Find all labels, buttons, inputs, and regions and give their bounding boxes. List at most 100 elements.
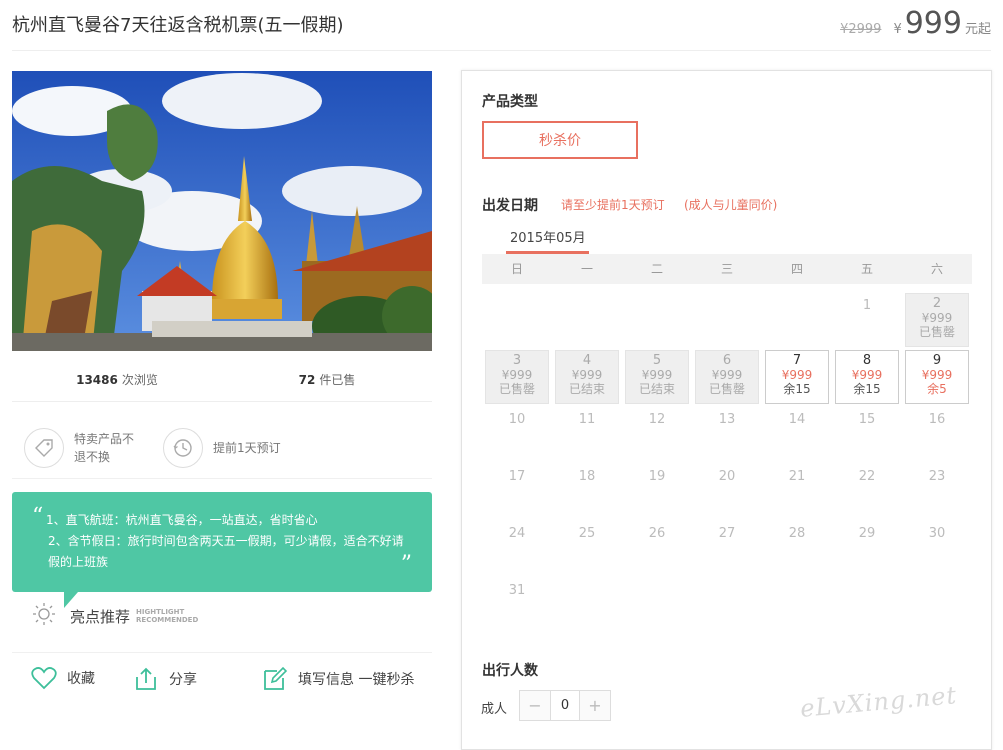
calendar-empty-cell (692, 576, 762, 633)
calendar-empty-cell (902, 576, 972, 633)
weekday-sun: 日 (510, 262, 523, 276)
weekday-wed: 三 (720, 262, 733, 276)
date-number: 31 (508, 583, 526, 598)
clock-icon (163, 428, 203, 468)
adult-increment-button[interactable]: + (580, 691, 610, 720)
unavailable-date-cell: 3 ¥999 已售罄 (485, 350, 549, 404)
date-price: ¥999 (921, 311, 953, 325)
share-icon (133, 666, 159, 692)
unavailable-date-cell: 4 ¥999 已结束 (555, 350, 619, 404)
date-number: 9 (932, 353, 942, 368)
book-now-label: 填写信息 一键秒杀 (298, 672, 415, 688)
favorite-button[interactable]: 收藏 (31, 666, 95, 690)
calendar-day-29: 29 (832, 519, 902, 576)
calendar-grid: 1 2 ¥999 已售罄 3 ¥999 已售罄 4 ¥999 已结束 5 ¥999 已结束 6 ¥999 已售… (482, 291, 972, 633)
date-number: 1 (862, 298, 872, 313)
heart-icon (31, 666, 57, 690)
calendar-day-8[interactable]: 8 ¥999 余15 (832, 348, 902, 405)
calendar-day-11: 11 (552, 405, 622, 462)
highlight-subtitle: HIGHTLIGHT RECOMMENDED (136, 608, 198, 624)
calendar-empty-cell (692, 291, 762, 348)
views-count: 13486 (76, 373, 118, 387)
calendar-day-7[interactable]: 7 ¥999 余15 (762, 348, 832, 405)
calendar-empty-cell (622, 576, 692, 633)
calendar-day-5: 5 ¥999 已结束 (622, 348, 692, 405)
booking-panel: 产品类型 秒杀价 出发日期 请至少提前1天预订 (成人与儿童同价) 2015年0… (461, 70, 992, 750)
date-number: 13 (718, 412, 736, 427)
date-number: 18 (578, 469, 596, 484)
date-price: ¥999 (781, 368, 813, 382)
date-number: 27 (718, 526, 736, 541)
date-number: 7 (792, 353, 802, 368)
available-date-cell[interactable]: 7 ¥999 余15 (765, 350, 829, 404)
date-price: ¥999 (711, 368, 743, 382)
available-date-cell[interactable]: 9 ¥999 余5 (905, 350, 969, 404)
date-number: 25 (578, 526, 596, 541)
weekday-header: 日 一 二 三 四 五 六 (482, 254, 972, 284)
calendar-week-row: 17 18 19 20 21 22 23 (482, 462, 972, 519)
month-tab[interactable]: 2015年05月 (510, 227, 586, 252)
date-number: 8 (862, 353, 872, 368)
calendar-day-27: 27 (692, 519, 762, 576)
close-quote-icon: ” (400, 552, 412, 577)
unavailable-date-cell: 6 ¥999 已售罄 (695, 350, 759, 404)
highlight-line-1: 1、直飞航班：杭州直飞曼谷，一站直达，省时省心 (46, 513, 318, 527)
calendar-day-30: 30 (902, 519, 972, 576)
adult-decrement-button[interactable]: − (520, 691, 550, 720)
calendar-day-6: 6 ¥999 已售罄 (692, 348, 762, 405)
adult-label: 成人 (481, 702, 508, 717)
available-date-cell[interactable]: 8 ¥999 余15 (835, 350, 899, 404)
date-number: 23 (928, 469, 946, 484)
date-number: 22 (858, 469, 876, 484)
calendar-day-23: 23 (902, 462, 972, 519)
highlight-heading: 亮点推荐 HIGHTLIGHT RECOMMENDED (32, 602, 198, 630)
open-quote-icon: “ (32, 504, 44, 529)
tag-icon (24, 428, 64, 468)
product-type-option-flash-sale[interactable]: 秒杀价 (482, 121, 638, 159)
date-status: 余15 (853, 382, 881, 396)
weekday-tue: 二 (650, 262, 663, 276)
product-photo (12, 71, 432, 351)
calendar-week-row: 1 2 ¥999 已售罄 (482, 291, 972, 348)
calendar-day-26: 26 (622, 519, 692, 576)
stats-divider (12, 401, 432, 402)
calendar-day-13: 13 (692, 405, 762, 462)
calendar-day-4: 4 ¥999 已结束 (552, 348, 622, 405)
calendar-day-21: 21 (762, 462, 832, 519)
edit-icon (262, 666, 288, 692)
date-price: ¥999 (851, 368, 883, 382)
date-number: 21 (788, 469, 806, 484)
calendar-empty-cell (482, 291, 552, 348)
calendar-empty-cell (622, 291, 692, 348)
date-price: ¥999 (571, 368, 603, 382)
adult-count-input[interactable]: 0 (550, 691, 580, 720)
share-button[interactable]: 分享 (133, 666, 197, 692)
book-now-button[interactable]: 填写信息 一键秒杀 (262, 666, 414, 692)
highlights-bubble: “ 1、直飞航班：杭州直飞曼谷，一站直达，省时省心 2、含节假日：旅行时间包含两… (12, 492, 432, 592)
date-number: 10 (508, 412, 526, 427)
calendar-day-9[interactable]: 9 ¥999 余5 (902, 348, 972, 405)
date-price: ¥999 (921, 368, 953, 382)
highlight-line-2: 2、含节假日：旅行时间包含两天五一假期，可少请假，适合不好请假的上班族 (48, 534, 404, 569)
price-suffix: 元起 (964, 22, 991, 37)
departure-date-label: 出发日期 (482, 198, 538, 214)
currency-symbol: ¥ (893, 22, 902, 37)
date-status: 已售罄 (708, 382, 745, 396)
calendar-day-17: 17 (482, 462, 552, 519)
date-status: 余5 (927, 382, 947, 396)
feature-no-refund-text: 特卖产品不退不换 (74, 432, 135, 464)
weekday-fri: 五 (860, 262, 873, 276)
current-price: 999 (904, 6, 962, 41)
date-status: 已结束 (568, 382, 605, 396)
date-number: 14 (788, 412, 806, 427)
date-number: 16 (928, 412, 946, 427)
date-number: 5 (652, 353, 662, 368)
calendar-empty-cell (552, 576, 622, 633)
calendar-empty-cell (762, 576, 832, 633)
feature-no-refund: 特卖产品不退不换 (24, 428, 144, 468)
date-status: 已结束 (638, 382, 675, 396)
date-number: 3 (512, 353, 522, 368)
calendar-day-1: 1 (832, 291, 902, 348)
features-divider (12, 478, 432, 479)
weekday-mon: 一 (580, 262, 593, 276)
